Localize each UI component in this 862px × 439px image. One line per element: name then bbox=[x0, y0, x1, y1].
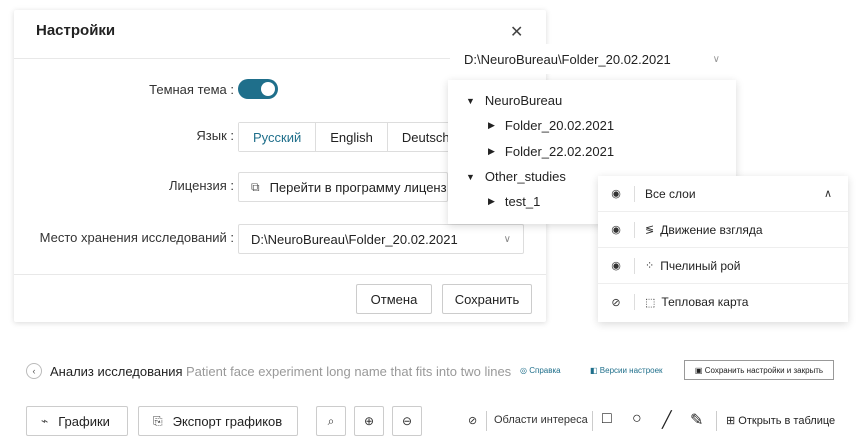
bee-swarm-icon: ⁘ bbox=[645, 260, 655, 272]
layer-bee-swarm[interactable]: ◉ ⁘ Пчелиный рой bbox=[598, 248, 848, 284]
license-button-label: Перейти в программу лицензий bbox=[269, 179, 448, 195]
page-title: Анализ исследования bbox=[50, 364, 183, 379]
folder-select-value: D:\NeuroBureau\Folder_20.02.2021 bbox=[464, 51, 671, 67]
study-name: Patient face experiment long name that f… bbox=[186, 364, 512, 379]
dark-theme-toggle[interactable] bbox=[238, 79, 278, 99]
line-tool-icon[interactable]: ╱ bbox=[662, 410, 672, 430]
chevron-up-icon[interactable]: ∧ bbox=[824, 187, 832, 200]
ellipse-tool-icon[interactable]: ○ bbox=[632, 410, 642, 428]
license-button[interactable]: ⧉ Перейти в программу лицензий bbox=[238, 172, 448, 202]
back-button[interactable]: ‹ bbox=[26, 363, 42, 379]
caret-right-icon: ▶ bbox=[488, 146, 495, 156]
settings-versions-link[interactable]: ◧ Версии настроек bbox=[590, 366, 663, 375]
roi-label: Области интереса bbox=[494, 414, 588, 426]
tree-item-other-studies[interactable]: ▼ Other_studies bbox=[466, 169, 566, 184]
eye-off-icon[interactable]: ⊘ bbox=[608, 296, 624, 309]
zoom-in-icon: ⊕ bbox=[363, 414, 375, 428]
dark-theme-label: Темная тема : bbox=[149, 82, 234, 97]
tree-item-test-1[interactable]: ▶ test_1 bbox=[488, 194, 540, 209]
eye-icon[interactable]: ◉ bbox=[608, 259, 624, 272]
rectangle-tool-icon[interactable]: □ bbox=[602, 410, 612, 428]
language-option-ru[interactable]: Русский bbox=[239, 123, 317, 151]
charts-button[interactable]: ⌁ Графики bbox=[26, 406, 128, 436]
table-icon: ⊞ bbox=[726, 415, 739, 427]
caret-right-icon: ▶ bbox=[488, 196, 495, 206]
storage-value: D:\NeuroBureau\Folder_20.02.2021 bbox=[251, 231, 458, 247]
language-selector: Русский English Deutsch bbox=[238, 122, 465, 152]
pencil-tool-icon[interactable]: ✎ bbox=[690, 410, 703, 430]
layer-gaze-path[interactable]: ◉ ≶ Движение взгляда bbox=[598, 212, 848, 248]
save-button[interactable]: Сохранить bbox=[442, 284, 532, 314]
save-icon: ▣ bbox=[694, 365, 705, 375]
chart-pulse-icon: ⌁ bbox=[41, 414, 49, 428]
external-link-icon: ⧉ bbox=[251, 179, 260, 194]
open-in-table-button[interactable]: ⊞ Открыть в таблице bbox=[726, 414, 835, 427]
tree-item-folder-22[interactable]: ▶ Folder_22.02.2021 bbox=[488, 144, 614, 159]
close-icon[interactable]: ✕ bbox=[510, 22, 523, 42]
eye-off-icon[interactable]: ⊘ bbox=[468, 414, 477, 427]
zoom-fit-icon: ⌕ bbox=[327, 413, 335, 428]
chevron-down-icon: ∨ bbox=[503, 233, 511, 245]
caret-down-icon: ▼ bbox=[466, 171, 475, 182]
layer-all[interactable]: ◉ Все слои ∧ bbox=[598, 176, 848, 212]
caret-right-icon: ▶ bbox=[488, 120, 495, 130]
export-icon: ⎘ bbox=[153, 413, 163, 428]
save-and-close-button[interactable]: ▣ Сохранить настройки и закрыть bbox=[684, 360, 834, 380]
toggle-knob bbox=[261, 82, 275, 96]
chevron-down-icon: ∨ bbox=[712, 53, 720, 65]
folder-select[interactable]: D:\NeuroBureau\Folder_20.02.2021 ∨ bbox=[450, 44, 734, 74]
tree-item-folder-20[interactable]: ▶ Folder_20.02.2021 bbox=[488, 118, 614, 133]
layer-heatmap[interactable]: ⊘ ⬚ Тепловая карта bbox=[598, 284, 848, 320]
help-icon: ◎ bbox=[520, 366, 530, 375]
layers-panel: ◉ Все слои ∧ ◉ ≶ Движение взгляда ◉ ⁘ Пчел… bbox=[598, 176, 848, 322]
zoom-fit-button[interactable]: ⌕ bbox=[316, 406, 346, 436]
export-charts-button[interactable]: ⎘ Экспорт графиков bbox=[138, 406, 298, 436]
tree-item-neurobureau[interactable]: ▼ NeuroBureau bbox=[466, 93, 562, 108]
gaze-path-icon: ≶ bbox=[645, 224, 655, 236]
storage-label: Место хранения исследований : bbox=[39, 230, 234, 245]
dialog-title: Настройки bbox=[36, 22, 116, 39]
cancel-button[interactable]: Отмена bbox=[356, 284, 432, 314]
caret-down-icon: ▼ bbox=[466, 95, 475, 106]
chevron-left-icon: ‹ bbox=[32, 366, 36, 376]
help-link[interactable]: ◎ Справка bbox=[520, 366, 561, 375]
zoom-out-button[interactable]: ⊖ bbox=[392, 406, 422, 436]
eye-icon[interactable]: ◉ bbox=[608, 223, 624, 236]
zoom-in-button[interactable]: ⊕ bbox=[354, 406, 384, 436]
language-option-en[interactable]: English bbox=[316, 123, 388, 151]
storage-select[interactable]: D:\NeuroBureau\Folder_20.02.2021 ∨ bbox=[238, 224, 524, 254]
heatmap-icon: ⬚ bbox=[645, 296, 656, 309]
language-label: Язык : bbox=[196, 128, 234, 143]
divider bbox=[14, 274, 546, 275]
zoom-out-icon: ⊖ bbox=[401, 414, 413, 428]
versions-icon: ◧ bbox=[590, 366, 600, 375]
eye-icon[interactable]: ◉ bbox=[608, 187, 624, 200]
license-label: Лицензия : bbox=[169, 178, 234, 193]
